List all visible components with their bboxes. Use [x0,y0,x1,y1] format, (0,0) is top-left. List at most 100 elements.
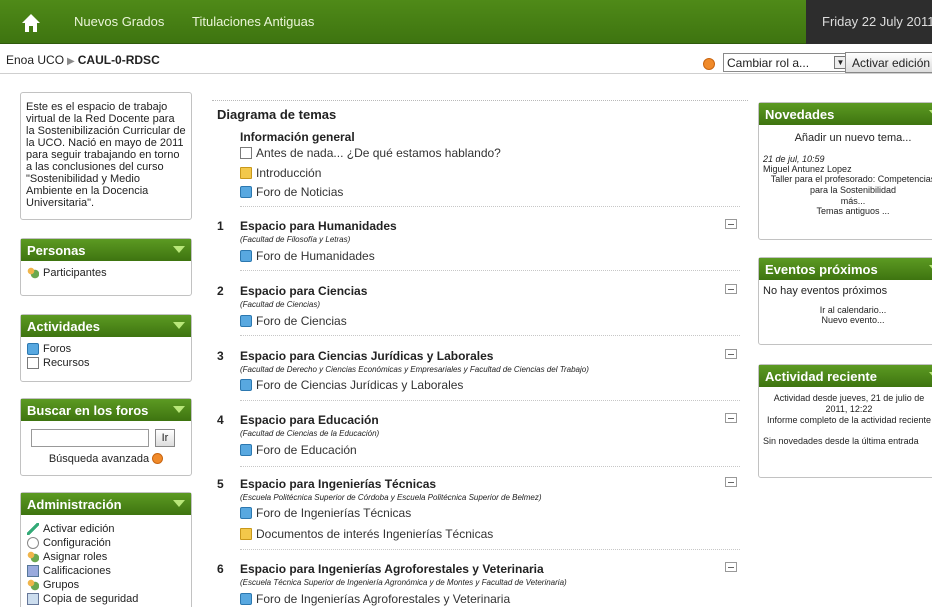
group-icon [27,579,39,591]
news-header[interactable]: Novedades [759,103,932,125]
breadcrumb-home[interactable]: Enoa UCO [6,53,64,67]
forums-link[interactable]: Foros [27,343,185,355]
topic-link-label: Foro de Ingenierías Agroforestales y Vet… [256,592,511,606]
topic-number: 2 [217,284,224,298]
collapse-icon[interactable] [725,477,737,487]
personas-header[interactable]: Personas [21,239,191,261]
people-icon [27,267,39,279]
edit-mode-button[interactable]: Activar edición [845,52,932,73]
forum-icon [240,186,252,198]
nav-nuevos-grados[interactable]: Nuevos Grados [74,14,164,29]
admin-edit-link[interactable]: Activar edición [27,523,185,535]
topic-section: 5 Espacio para Ingenierías Técnicas (Esc… [217,477,747,552]
actividades-header[interactable]: Actividades [21,315,191,337]
activity-since: Actividad desde jueves, 21 de julio de 2… [773,393,925,414]
admin-config-link[interactable]: Configuración [27,537,185,549]
topic-section: 1 Espacio para Humanidades (Facultad de … [217,219,747,274]
general-item-label: Introducción [256,166,322,180]
admin-roles-link[interactable]: Asignar roles [27,551,185,563]
folder-icon [240,528,252,540]
general-item-link[interactable]: Foro de Noticias [240,185,343,199]
admin-item-label: Activar edición [43,523,115,535]
admin-header[interactable]: Administración [21,493,191,515]
forum-icon [240,593,252,605]
personas-block: Personas Participantes [20,238,192,296]
admin-backup-link[interactable]: Copia de seguridad [27,593,185,605]
topic-link[interactable]: Documentos de interés Ingenierías Técnic… [240,527,493,541]
search-forums-title: Buscar en los foros [27,403,149,418]
older-topics-link[interactable]: Temas antiguos ... [763,206,932,216]
admin-grades-link[interactable]: Calificaciones [27,565,185,577]
collapse-triangle-icon[interactable] [173,246,185,253]
forums-label: Foros [43,343,72,355]
folder-icon [240,167,252,179]
forum-icon [27,343,39,355]
topic-section: 2 Espacio para Ciencias (Facultad de Cie… [217,284,747,339]
topic-number: 1 [217,219,224,233]
actividades-title: Actividades [27,319,100,334]
recent-activity-title: Actividad reciente [765,369,877,384]
add-topic-link[interactable]: Añadir un nuevo tema... [763,132,932,144]
topic-title: Espacio para Ingenierías Técnicas [240,477,437,491]
role-select-value: Cambiar rol a... [727,56,810,70]
help-icon[interactable] [152,453,164,464]
recent-activity-block: Actividad reciente Actividad desde jueve… [758,364,932,478]
forum-icon [240,379,252,391]
events-block: Eventos próximos No hay eventos próximos… [758,257,932,345]
topic-link[interactable]: Foro de Ciencias Jurídicas y Laborales [240,378,463,392]
events-header[interactable]: Eventos próximos [759,258,932,280]
collapse-icon[interactable] [725,562,737,572]
events-title: Eventos próximos [765,262,878,277]
participants-link[interactable]: Participantes [27,267,185,279]
topic-number: 4 [217,413,224,427]
topic-title: Espacio para Ciencias [240,284,368,298]
nav-titulaciones-antiguas[interactable]: Titulaciones Antiguas [192,14,314,29]
admin-title: Administración [27,497,122,512]
topic-link-label: Foro de Ciencias Jurídicas y Laborales [256,378,464,392]
collapse-icon[interactable] [725,284,737,294]
general-item-link[interactable]: Antes de nada... ¿De qué estamos habland… [240,146,501,160]
search-go-button[interactable]: Ir [155,429,175,447]
advanced-search-link[interactable]: Búsqueda avanzada [21,451,191,465]
topic-link[interactable]: Foro de Ingenierías Técnicas [240,506,411,520]
topic-link-label: Foro de Humanidades [256,249,375,263]
full-report-link[interactable]: Informe completo de la actividad recient… [763,415,932,426]
calendar-link[interactable]: Ir al calendario... [763,305,932,315]
section-divider [240,270,740,271]
collapse-triangle-icon[interactable] [173,500,185,507]
no-news-text: Sin novedades desde la última entrada [763,436,919,446]
resources-link[interactable]: Recursos [27,357,185,369]
admin-groups-link[interactable]: Grupos [27,579,185,591]
no-events-text: No hay eventos próximos [763,285,888,297]
collapse-triangle-icon[interactable] [173,406,185,413]
topic-link[interactable]: Foro de Ingenierías Agroforestales y Vet… [240,592,510,606]
admin-item-label: Grupos [43,579,80,591]
news-block: Novedades Añadir un nuevo tema... 21 de … [758,102,932,240]
topic-link[interactable]: Foro de Educación [240,443,357,457]
recent-activity-header[interactable]: Actividad reciente [759,365,932,387]
topic-number: 3 [217,349,224,363]
topic-section: 6 Espacio para Ingenierías Agroforestale… [217,562,747,607]
news-more-link[interactable]: más... [763,196,932,206]
topic-link[interactable]: Foro de Humanidades [240,249,375,263]
rss-icon[interactable] [703,58,715,70]
search-input[interactable] [31,429,149,447]
general-item-label: Antes de nada... ¿De qué estamos habland… [256,146,501,160]
home-icon[interactable] [20,12,42,34]
general-item-link[interactable]: Introducción [240,166,321,180]
collapse-icon[interactable] [725,413,737,423]
personas-title: Personas [27,243,86,258]
general-section: Información general Antes de nada... ¿De… [217,130,747,207]
collapse-triangle-icon[interactable] [173,322,185,329]
collapse-icon[interactable] [725,219,737,229]
new-event-link[interactable]: Nuevo evento... [763,315,932,325]
top-bar: Nuevos Grados Titulaciones Antiguas Frid… [0,0,932,44]
document-icon [240,147,252,159]
collapse-icon[interactable] [725,349,737,359]
topic-link[interactable]: Foro de Ciencias [240,314,347,328]
search-forums-header[interactable]: Buscar en los foros [21,399,191,421]
backup-icon [27,593,39,605]
role-select[interactable]: Cambiar rol a... ▼ [723,53,850,72]
breadcrumb: Enoa UCO ▶ CAUL-0-RDSC [6,53,160,67]
topic-link-label: Foro de Educación [256,443,357,457]
